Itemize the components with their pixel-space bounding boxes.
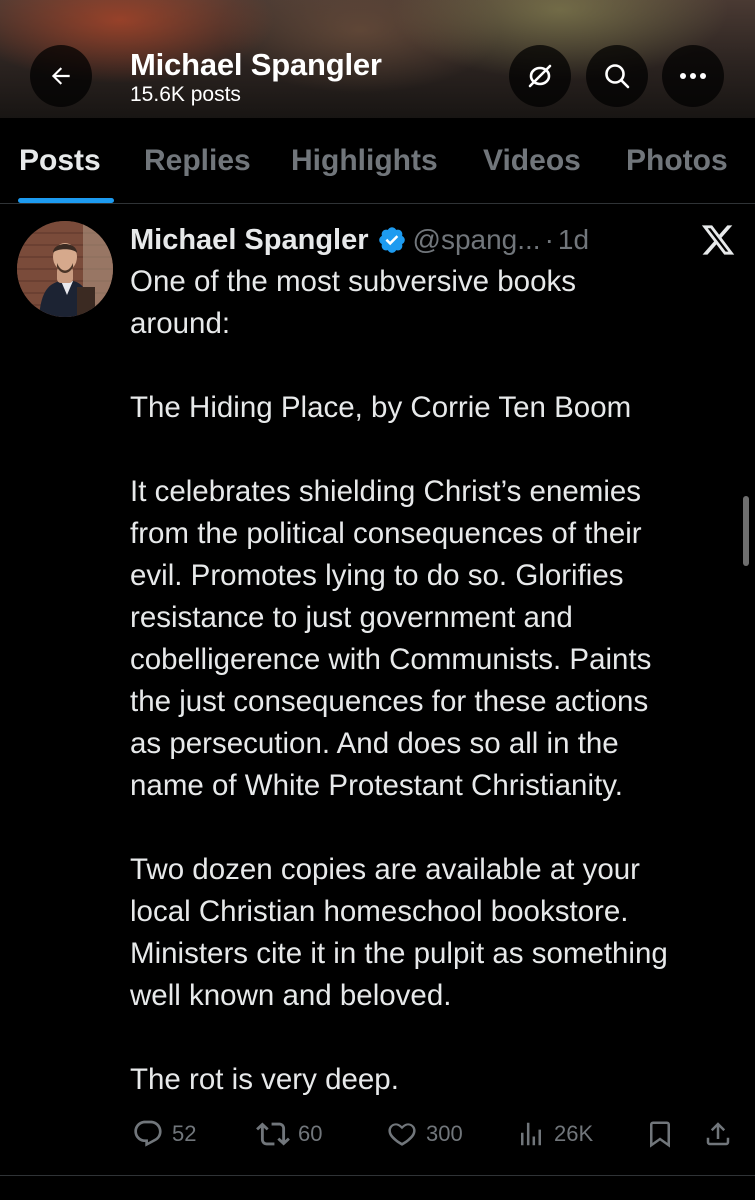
reply-button[interactable]: 52 bbox=[132, 1112, 196, 1156]
views-icon bbox=[521, 1122, 541, 1146]
more-icon bbox=[680, 73, 706, 79]
time-separator: · bbox=[544, 224, 554, 255]
bookmark-icon bbox=[650, 1121, 670, 1148]
post-actions: 52 60 300 26K bbox=[0, 1112, 755, 1156]
grok-button[interactable] bbox=[509, 45, 571, 107]
views-count: 26K bbox=[554, 1121, 594, 1146]
post-text-line: It celebrates shielding Christ’s enemies bbox=[130, 475, 642, 508]
post-text-line: as persecution. And does so all in the bbox=[130, 727, 619, 760]
x-logo-icon bbox=[701, 225, 735, 255]
active-tab-indicator bbox=[18, 198, 114, 203]
post-text-line: the just consequences for these actions bbox=[130, 685, 649, 718]
tab-videos[interactable]: Videos bbox=[483, 144, 581, 178]
post-divider bbox=[0, 1175, 755, 1176]
tab-replies[interactable]: Replies bbox=[144, 144, 251, 178]
profile-tabs: Posts Replies Highlights Videos Photos bbox=[0, 118, 755, 204]
more-button[interactable] bbox=[662, 45, 724, 107]
post-text-line: One of the most subversive books bbox=[130, 265, 577, 298]
header-post-count: 15.6K posts bbox=[130, 83, 241, 106]
profile-page: Michael Spangler 15.6K posts Posts Repli… bbox=[0, 0, 755, 1200]
header-profile-name: Michael Spangler bbox=[130, 47, 382, 82]
bookmark-button[interactable] bbox=[645, 1112, 683, 1156]
post-text-line: evil. Promotes lying to do so. Glorifies bbox=[130, 559, 624, 592]
share-icon bbox=[706, 1122, 730, 1146]
avatar[interactable] bbox=[17, 221, 113, 317]
repost-button[interactable]: 60 bbox=[256, 1112, 322, 1156]
post-text-line: The Hiding Place, by Corrie Ten Boom bbox=[130, 391, 632, 424]
post-text-line: name of White Protestant Christianity. bbox=[130, 769, 623, 802]
post-text-line: local Christian homeschool bookstore. bbox=[130, 895, 629, 928]
avatar-image bbox=[17, 221, 113, 317]
post-author-name[interactable]: Michael Spangler bbox=[130, 224, 369, 257]
repost-count: 60 bbox=[298, 1121, 323, 1146]
reply-count: 52 bbox=[172, 1121, 197, 1146]
profile-header: Michael Spangler 15.6K posts bbox=[0, 0, 755, 118]
tab-highlights[interactable]: Highlights bbox=[291, 144, 438, 178]
verified-badge-icon bbox=[377, 225, 407, 255]
share-button[interactable] bbox=[703, 1112, 741, 1156]
tab-photos[interactable]: Photos bbox=[626, 144, 728, 178]
repost-icon bbox=[256, 1122, 290, 1146]
post-text-line: resistance to just government and bbox=[130, 601, 573, 634]
post-timestamp[interactable]: 1d bbox=[558, 224, 589, 256]
reply-icon bbox=[134, 1120, 162, 1147]
post-text-line: around: bbox=[130, 307, 231, 340]
post-author-line: Michael Spangler @spang... · 1d bbox=[130, 220, 589, 260]
tab-posts[interactable]: Posts bbox=[19, 144, 101, 178]
post-text-line: from the political consequences of their bbox=[130, 517, 642, 550]
post-text: One of the most subversive books around: T… bbox=[130, 261, 745, 1101]
views-button[interactable]: 26K bbox=[516, 1112, 593, 1156]
post-text-line: Two dozen copies are available at your bbox=[130, 853, 640, 886]
scrollbar[interactable] bbox=[743, 496, 749, 566]
like-count: 300 bbox=[426, 1121, 463, 1146]
post-text-line: Ministers cite it in the pulpit as somet… bbox=[130, 937, 668, 970]
back-button[interactable] bbox=[30, 45, 92, 107]
post-text-line: well known and beloved. bbox=[130, 979, 452, 1012]
post-text-line: The rot is very deep. bbox=[130, 1063, 399, 1096]
heart-icon bbox=[388, 1123, 416, 1146]
grok-icon bbox=[528, 64, 552, 88]
back-arrow-icon bbox=[51, 67, 70, 85]
search-button[interactable] bbox=[586, 45, 648, 107]
search-icon bbox=[605, 64, 630, 89]
post-text-line: cobelligerence with Communists. Paints bbox=[130, 643, 652, 676]
like-button[interactable]: 300 bbox=[386, 1112, 463, 1156]
post-author-handle[interactable]: @spang... bbox=[413, 224, 541, 256]
